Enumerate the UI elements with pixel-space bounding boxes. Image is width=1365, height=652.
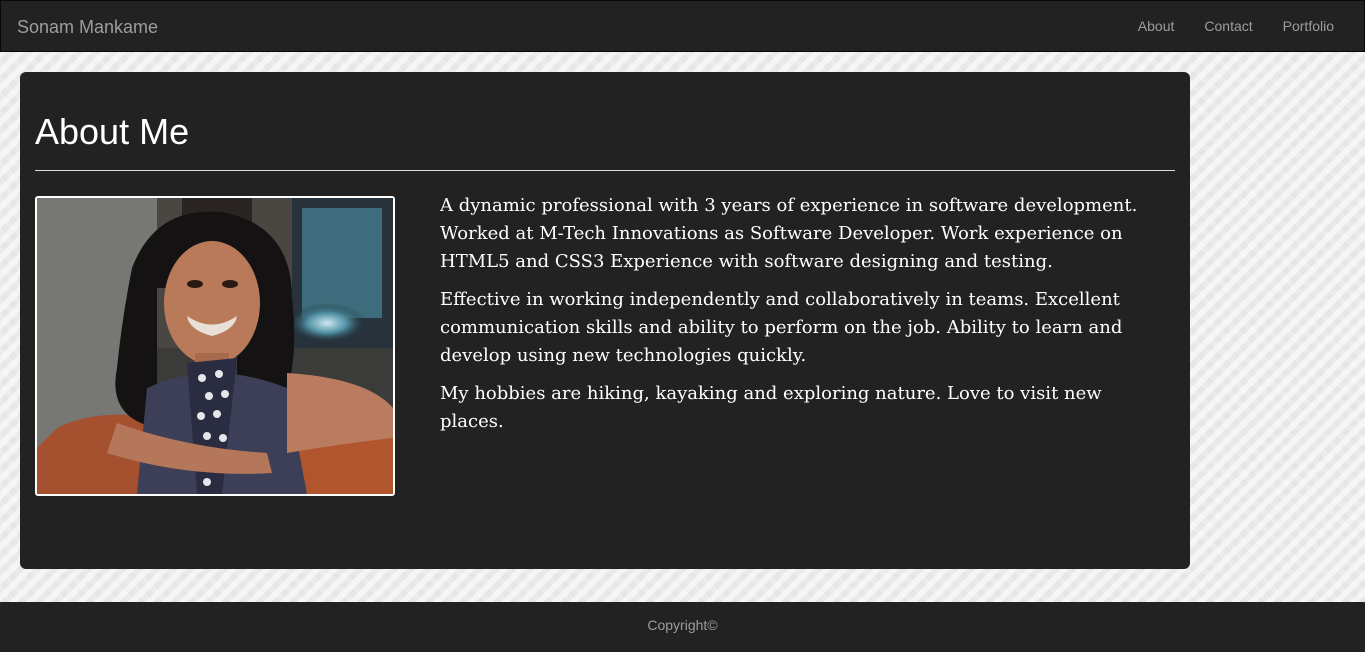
profile-photo	[35, 196, 395, 496]
nav-links: About Contact Portfolio	[1123, 1, 1349, 51]
footer: Copyright©	[0, 602, 1365, 652]
nav-link-contact[interactable]: Contact	[1189, 1, 1267, 51]
nav-link-about[interactable]: About	[1123, 1, 1190, 51]
about-panel: About Me A dynamic professional with 3 y…	[20, 72, 1190, 569]
heading-divider	[35, 170, 1175, 171]
bio-text: A dynamic professional with 3 years of e…	[440, 192, 1160, 446]
bio-paragraph: My hobbies are hiking, kayaking and expl…	[440, 383, 1102, 432]
bio-paragraph: Effective in working independently and c…	[440, 289, 1123, 366]
page-title: About Me	[35, 111, 190, 152]
copyright-text: Copyright©	[647, 617, 718, 633]
nav-link-portfolio[interactable]: Portfolio	[1268, 1, 1349, 51]
top-navbar: Sonam Mankame About Contact Portfolio	[0, 0, 1365, 52]
brand-name[interactable]: Sonam Mankame	[17, 17, 158, 37]
bio-paragraph: A dynamic professional with 3 years of e…	[440, 195, 1138, 272]
